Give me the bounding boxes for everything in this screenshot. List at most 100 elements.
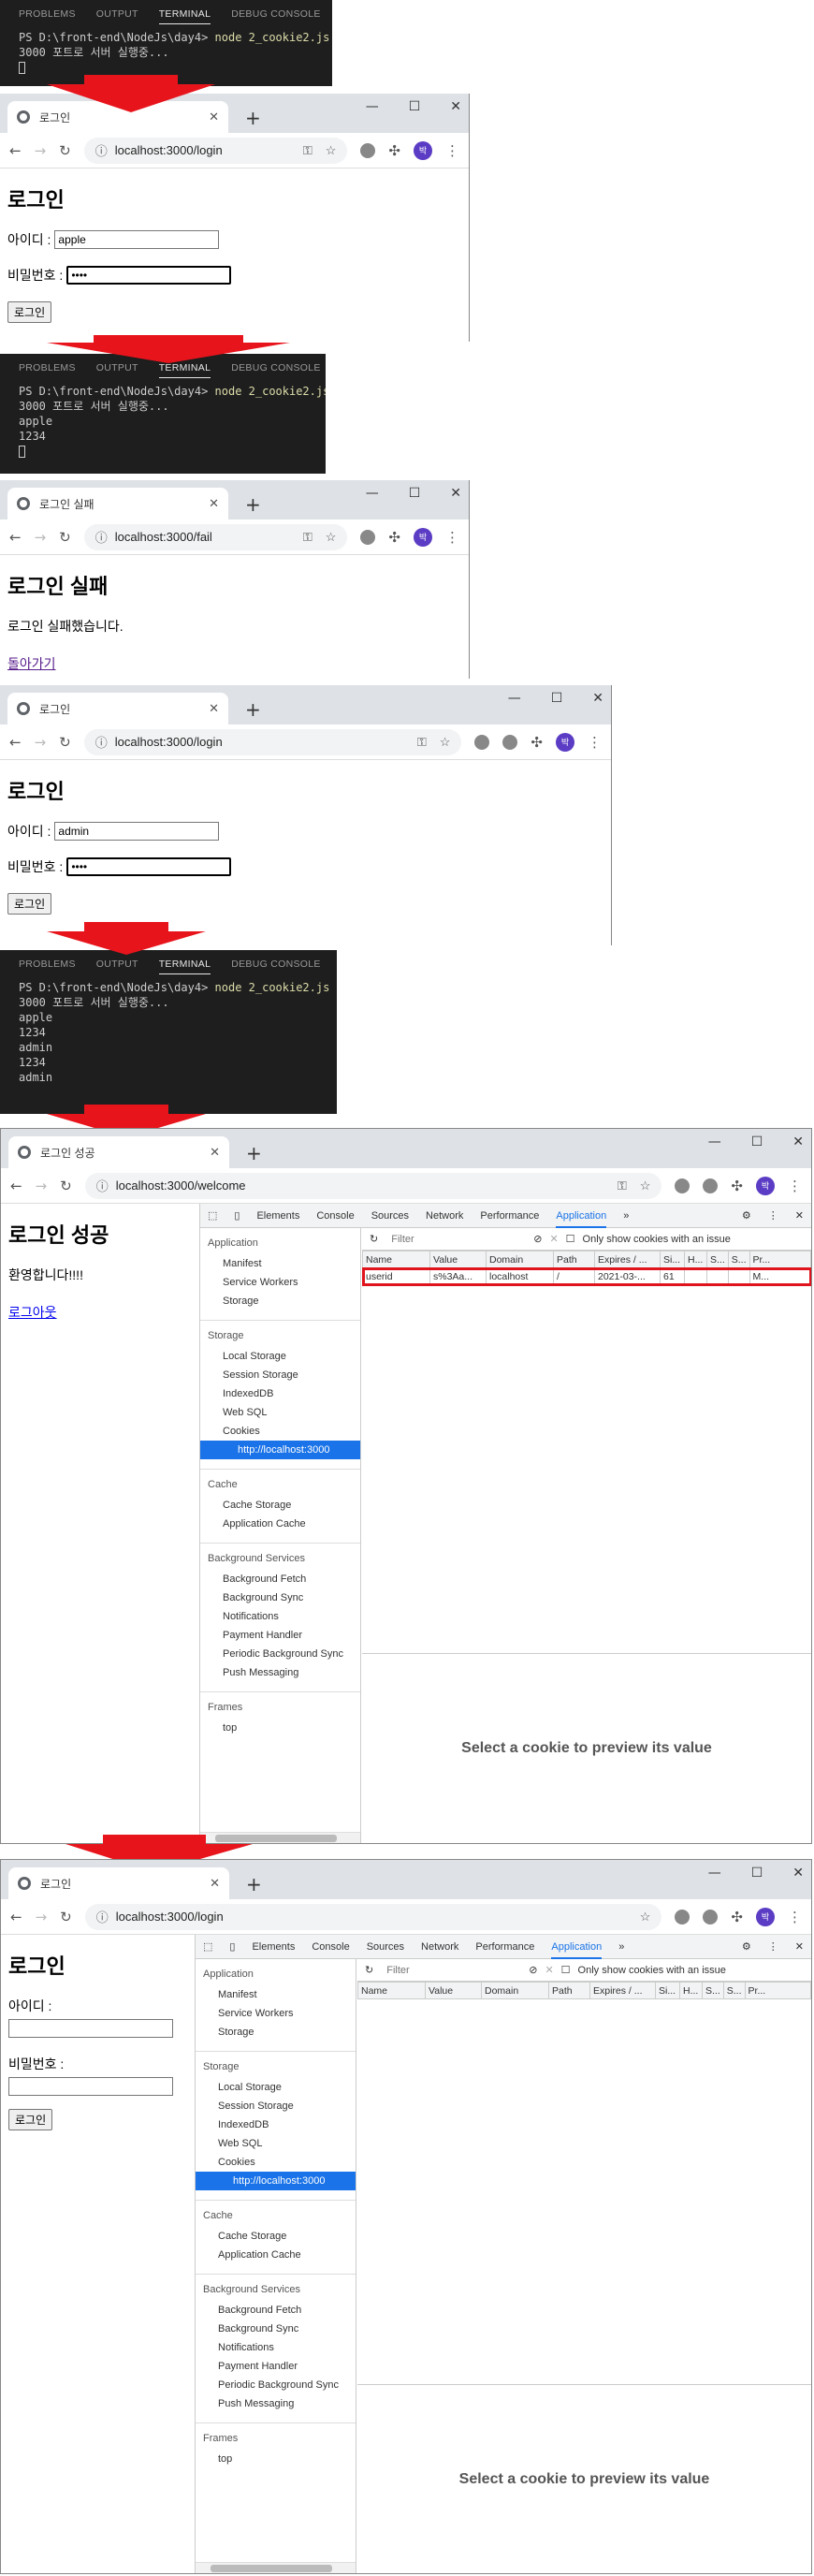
tab-performance[interactable]: Performance	[475, 1941, 534, 1953]
sidebar-item-manifest[interactable]: Manifest	[196, 1985, 356, 2004]
sidebar-item-cookie-origin[interactable]: http://localhost:3000	[200, 1441, 360, 1459]
avatar[interactable]: 박	[414, 140, 432, 160]
close-window-icon[interactable]: ✕	[592, 691, 603, 706]
issue-checkbox[interactable]: ☐	[561, 1964, 571, 1976]
column-header[interactable]: Name	[357, 1982, 426, 1999]
reload-icon[interactable]: ↻	[60, 1178, 72, 1194]
forward-icon[interactable]: →	[35, 734, 47, 751]
login-button[interactable]: 로그인	[7, 301, 52, 323]
menu-icon[interactable]: ⋮	[588, 734, 602, 751]
login-button[interactable]: 로그인	[7, 893, 52, 915]
menu-icon[interactable]: ⋮	[788, 1178, 802, 1194]
sidebar-item-web-sql[interactable]: Web SQL	[200, 1403, 360, 1422]
column-header[interactable]: H...	[679, 1982, 703, 1999]
minimize-icon[interactable]: —	[708, 1866, 721, 1881]
minimize-icon[interactable]: —	[366, 486, 379, 501]
sidebar-item-indexeddb[interactable]: IndexedDB	[200, 1384, 360, 1403]
cookie-filter-input[interactable]	[381, 1961, 522, 1979]
forward-icon[interactable]: →	[35, 142, 47, 159]
sidebar-item-background-sync[interactable]: Background Sync	[196, 2320, 356, 2338]
minimize-icon[interactable]: —	[366, 99, 379, 114]
sidebar-item-web-sql[interactable]: Web SQL	[196, 2134, 356, 2153]
delete-icon[interactable]: ✕	[545, 1964, 553, 1976]
puzzle-icon[interactable]: ✣	[388, 142, 400, 159]
sidebar-item-push-messaging[interactable]: Push Messaging	[196, 2394, 356, 2413]
column-header[interactable]: S...	[706, 1251, 729, 1268]
menu-icon[interactable]: ⋮	[445, 529, 459, 546]
column-header[interactable]: Si...	[655, 1982, 680, 1999]
star-icon[interactable]: ☆	[326, 530, 337, 545]
device-icon[interactable]: ▯	[234, 1209, 240, 1222]
avatar[interactable]: 박	[556, 732, 574, 752]
back-icon[interactable]: ←	[9, 734, 22, 751]
sidebar-item-application-cache[interactable]: Application Cache	[200, 1515, 360, 1533]
sidebar-item-notifications[interactable]: Notifications	[200, 1607, 360, 1626]
back-icon[interactable]: ←	[9, 142, 22, 159]
sidebar-item-push-messaging[interactable]: Push Messaging	[200, 1663, 360, 1682]
gear-icon[interactable]: ⚙	[742, 1940, 751, 1953]
kebab-icon[interactable]: ⋮	[768, 1940, 778, 1953]
sidebar-item-indexeddb[interactable]: IndexedDB	[196, 2115, 356, 2134]
sidebar-item-background-fetch[interactable]: Background Fetch	[196, 2301, 356, 2320]
star-icon[interactable]: ☆	[440, 735, 451, 750]
sidebar-item-cookie-origin[interactable]: http://localhost:3000	[196, 2172, 356, 2190]
maximize-icon[interactable]: ☐	[551, 691, 563, 706]
sidebar-item-top-frame[interactable]: top	[196, 2450, 356, 2468]
close-window-icon[interactable]: ✕	[450, 99, 461, 114]
new-tab-icon[interactable]: +	[246, 1873, 262, 1895]
column-header[interactable]: Pr...	[744, 1982, 811, 1999]
sidebar-item-session-storage[interactable]: Session Storage	[200, 1366, 360, 1384]
sidebar-item-payment-handler[interactable]: Payment Handler	[200, 1626, 360, 1645]
column-header[interactable]: Value	[429, 1251, 487, 1268]
close-tab-icon[interactable]: ✕	[209, 496, 219, 511]
extension-icon[interactable]	[360, 142, 376, 158]
column-header[interactable]: Si...	[660, 1251, 685, 1268]
back-icon[interactable]: ←	[10, 1178, 22, 1194]
horizontal-scrollbar[interactable]	[196, 2562, 356, 2573]
extension-icon[interactable]	[675, 1178, 690, 1193]
maximize-icon[interactable]: ☐	[751, 1134, 763, 1149]
tab-output[interactable]: OUTPUT	[96, 362, 138, 384]
reload-icon[interactable]: ↻	[60, 1909, 72, 1925]
maximize-icon[interactable]: ☐	[751, 1866, 763, 1881]
tab-network[interactable]: Network	[426, 1210, 463, 1222]
extension-icon[interactable]	[675, 1909, 690, 1925]
column-header[interactable]: Domain	[486, 1251, 554, 1268]
gear-icon[interactable]: ⚙	[742, 1209, 751, 1222]
column-header[interactable]: Path	[548, 1982, 590, 1999]
browser-tab[interactable]: 로그인 ✕	[8, 1867, 229, 1899]
column-header[interactable]: Name	[362, 1251, 430, 1268]
sidebar-item-periodic-sync[interactable]: Periodic Background Sync	[196, 2376, 356, 2394]
close-icon[interactable]: ✕	[795, 1940, 804, 1953]
puzzle-icon[interactable]: ✣	[531, 734, 543, 751]
password-input[interactable]	[66, 266, 232, 285]
key-icon[interactable]: ⚿	[303, 530, 313, 545]
tab-elements[interactable]: Elements	[256, 1210, 299, 1222]
puzzle-icon[interactable]: ✣	[388, 529, 400, 546]
menu-icon[interactable]: ⋮	[445, 142, 459, 159]
minimize-icon[interactable]: —	[708, 1134, 721, 1149]
forward-icon[interactable]: →	[35, 529, 47, 546]
extension-icon[interactable]	[360, 529, 376, 545]
address-bar[interactable]: ⓘ localhost:3000/login ⚿ ☆	[83, 137, 348, 164]
sidebar-item-manifest[interactable]: Manifest	[200, 1254, 360, 1273]
tab-output[interactable]: OUTPUT	[96, 8, 138, 30]
address-bar[interactable]: ⓘ localhost:3000/welcome ⚿ ☆	[84, 1172, 662, 1199]
forward-icon[interactable]: →	[36, 1909, 48, 1925]
sidebar-item-cache-storage[interactable]: Cache Storage	[196, 2227, 356, 2246]
tab-sources[interactable]: Sources	[371, 1210, 409, 1222]
column-header[interactable]: Pr...	[749, 1251, 811, 1268]
key-icon[interactable]: ⚿	[618, 1178, 627, 1193]
tab-terminal[interactable]: TERMINAL	[158, 362, 211, 378]
new-tab-icon[interactable]: +	[245, 698, 261, 721]
tab-terminal[interactable]: TERMINAL	[158, 959, 211, 974]
reload-icon[interactable]: ↻	[59, 734, 71, 751]
sidebar-item-payment-handler[interactable]: Payment Handler	[196, 2357, 356, 2376]
more-tabs-icon[interactable]: »	[618, 1941, 624, 1953]
browser-tab[interactable]: 로그인 성공 ✕	[8, 1136, 229, 1168]
extension-icon[interactable]	[474, 734, 490, 750]
sidebar-item-service-workers[interactable]: Service Workers	[200, 1273, 360, 1292]
menu-icon[interactable]: ⋮	[788, 1909, 802, 1925]
refresh-icon[interactable]: ↻	[365, 1964, 373, 1976]
column-header[interactable]: S...	[727, 1251, 750, 1268]
